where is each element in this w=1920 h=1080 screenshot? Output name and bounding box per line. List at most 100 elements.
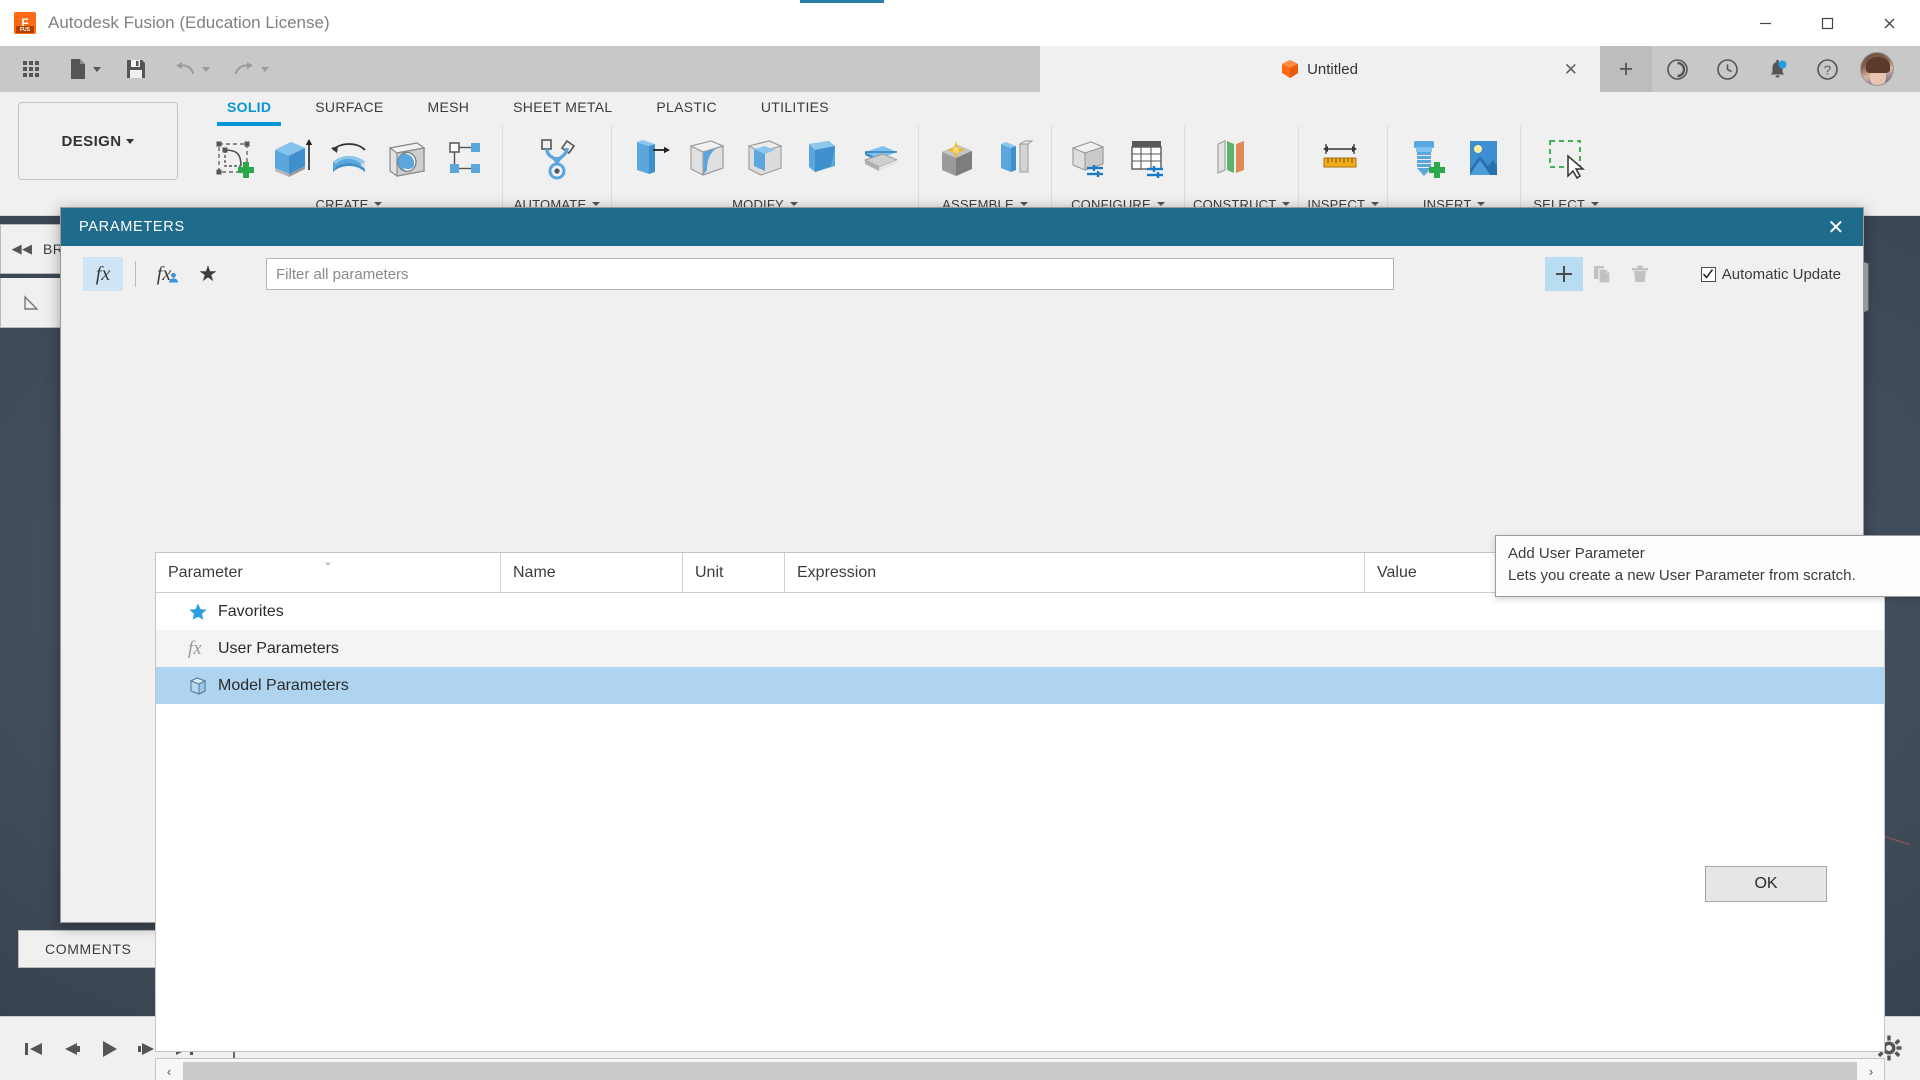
file-icon	[71, 59, 85, 79]
ribbon-group-configure: CONFIGURE	[1052, 126, 1185, 214]
configure-caret-icon[interactable]	[1156, 202, 1165, 206]
insert-canvas-button[interactable]	[1454, 128, 1512, 188]
automatic-update-checkbox[interactable]: Automatic Update	[1700, 266, 1841, 283]
table-row[interactable]: fx User Parameters	[156, 630, 1884, 667]
select-window-button[interactable]	[1529, 128, 1603, 188]
workspace-selector[interactable]: DESIGN	[18, 102, 178, 180]
show-favorites-button[interactable]: ★	[188, 257, 228, 291]
tab-utilities[interactable]: UTILITIES	[739, 94, 851, 120]
revolve-button[interactable]	[320, 128, 378, 188]
automate-button[interactable]	[511, 128, 603, 188]
hole-button[interactable]	[378, 128, 436, 188]
configure-table-button[interactable]	[1118, 128, 1176, 188]
redo-caret-icon[interactable]	[261, 66, 269, 72]
timeline-step-back-button[interactable]	[52, 1017, 90, 1080]
create-caret-icon[interactable]	[374, 202, 383, 206]
insert-mcmaster-button[interactable]	[1396, 128, 1454, 188]
new-component-button[interactable]	[927, 128, 985, 188]
column-header-label: Parameter	[168, 563, 243, 581]
automate-caret-icon[interactable]	[592, 202, 601, 206]
table-row[interactable]: Model Parameters	[156, 667, 1884, 704]
press-pull-button[interactable]	[620, 128, 678, 188]
scale-button[interactable]	[852, 128, 910, 188]
delete-parameter-button[interactable]	[1621, 257, 1659, 291]
scrollbar-thumb[interactable]	[183, 1062, 1857, 1080]
joint-button[interactable]	[985, 128, 1043, 188]
select-caret-icon[interactable]	[1591, 202, 1600, 206]
maximize-button[interactable]	[1796, 0, 1858, 46]
recent-activity-icon[interactable]	[1702, 46, 1752, 92]
measure-icon	[1323, 144, 1358, 168]
show-all-parameters-button[interactable]: fx	[83, 257, 123, 291]
configure-button[interactable]	[1060, 128, 1118, 188]
scroll-left-icon[interactable]: ‹	[156, 1064, 182, 1079]
tooltip-body: Lets you create a new User Parameter fro…	[1508, 566, 1856, 584]
pattern-button[interactable]	[436, 128, 494, 188]
shell-icon	[747, 140, 783, 176]
user-avatar[interactable]	[1860, 52, 1894, 86]
tab-mesh[interactable]: MESH	[406, 94, 492, 120]
table-row[interactable]: Favorites	[156, 593, 1884, 630]
close-button[interactable]	[1858, 0, 1920, 46]
tab-surface[interactable]: SURFACE	[293, 94, 405, 120]
fillet-button[interactable]	[678, 128, 736, 188]
shell-button[interactable]	[736, 128, 794, 188]
minimize-button[interactable]	[1734, 0, 1796, 46]
help-icon[interactable]: ?	[1802, 46, 1852, 92]
dialog-title-bar[interactable]: PARAMETERS ✕	[61, 208, 1863, 246]
add-user-parameter-button[interactable]	[1544, 257, 1583, 291]
app-logo-icon: F FUS	[14, 12, 36, 34]
show-user-parameters-button[interactable]: fx	[148, 257, 188, 291]
new-document-tab-button[interactable]: +	[1600, 46, 1652, 92]
filter-parameters-input[interactable]	[266, 258, 1394, 290]
workspace-caret-icon[interactable]	[126, 138, 135, 144]
construct-caret-icon[interactable]	[1282, 202, 1291, 206]
new-file-caret-icon[interactable]	[93, 66, 101, 72]
column-header-unit[interactable]: Unit	[683, 553, 785, 592]
column-header-name[interactable]: Name	[501, 553, 683, 592]
undo-button[interactable]	[167, 46, 216, 92]
automatic-update-checkmark-icon[interactable]	[1700, 266, 1716, 282]
document-tab[interactable]: Untitled ✕	[1040, 46, 1600, 92]
save-button[interactable]	[119, 46, 153, 92]
timeline-play-button[interactable]	[90, 1017, 128, 1080]
ribbon-group-construct: CONSTRUCT	[1185, 126, 1300, 214]
insert-caret-icon[interactable]	[1477, 202, 1486, 206]
tab-solid[interactable]: SOLID	[205, 94, 293, 126]
app-title: Autodesk Fusion (Education License)	[48, 13, 330, 32]
new-file-button[interactable]	[62, 46, 107, 92]
system-icons: ?	[1652, 46, 1906, 92]
column-header-parameter[interactable]: ⌄ Parameter	[156, 553, 501, 592]
assemble-caret-icon[interactable]	[1019, 202, 1028, 206]
ribbon-groups: CREATE AUTOMATE MODIFY ASSEMBLE CONFIGUR…	[196, 126, 1611, 214]
horizontal-scrollbar[interactable]: ‹ ›	[155, 1058, 1885, 1080]
document-tab-close-icon[interactable]: ✕	[1564, 60, 1578, 80]
tab-sheet-metal[interactable]: SHEET METAL	[491, 94, 634, 120]
parameters-dialog[interactable]: PARAMETERS ✕ fx fx ★ Filter all paramete…	[60, 207, 1920, 1080]
scroll-right-icon[interactable]: ›	[1858, 1064, 1884, 1079]
browser-collapse-icon[interactable]: ◀◀	[1, 241, 43, 257]
create-sketch-button[interactable]	[204, 128, 262, 188]
job-status-icon[interactable]	[1652, 46, 1702, 92]
extrude-button[interactable]	[262, 128, 320, 188]
redo-button[interactable]	[226, 46, 275, 92]
duplicate-parameter-button[interactable]	[1583, 257, 1621, 291]
hole-icon	[388, 142, 426, 177]
offset-plane-button[interactable]	[1193, 128, 1267, 188]
undo-caret-icon[interactable]	[202, 66, 210, 72]
modify-caret-icon[interactable]	[789, 202, 798, 206]
browser-tree-root[interactable]	[0, 278, 64, 328]
measure-button[interactable]	[1307, 128, 1373, 188]
timeline-go-to-beginning-button[interactable]	[14, 1017, 52, 1080]
notifications-icon[interactable]	[1752, 46, 1802, 92]
tab-plastic[interactable]: PLASTIC	[634, 94, 738, 120]
dialog-close-icon[interactable]: ✕	[1828, 215, 1845, 240]
inspect-caret-icon[interactable]	[1371, 202, 1380, 206]
column-header-expression[interactable]: Expression	[785, 553, 1365, 592]
ok-button[interactable]: OK	[1705, 866, 1827, 902]
comments-label: COMMENTS	[45, 941, 132, 957]
window-controls	[1734, 0, 1920, 46]
app-grid-button[interactable]	[14, 46, 48, 92]
draft-button[interactable]	[794, 128, 852, 188]
parameters-table[interactable]: ⌄ Parameter Name Unit Expression Value F…	[155, 552, 1885, 1052]
